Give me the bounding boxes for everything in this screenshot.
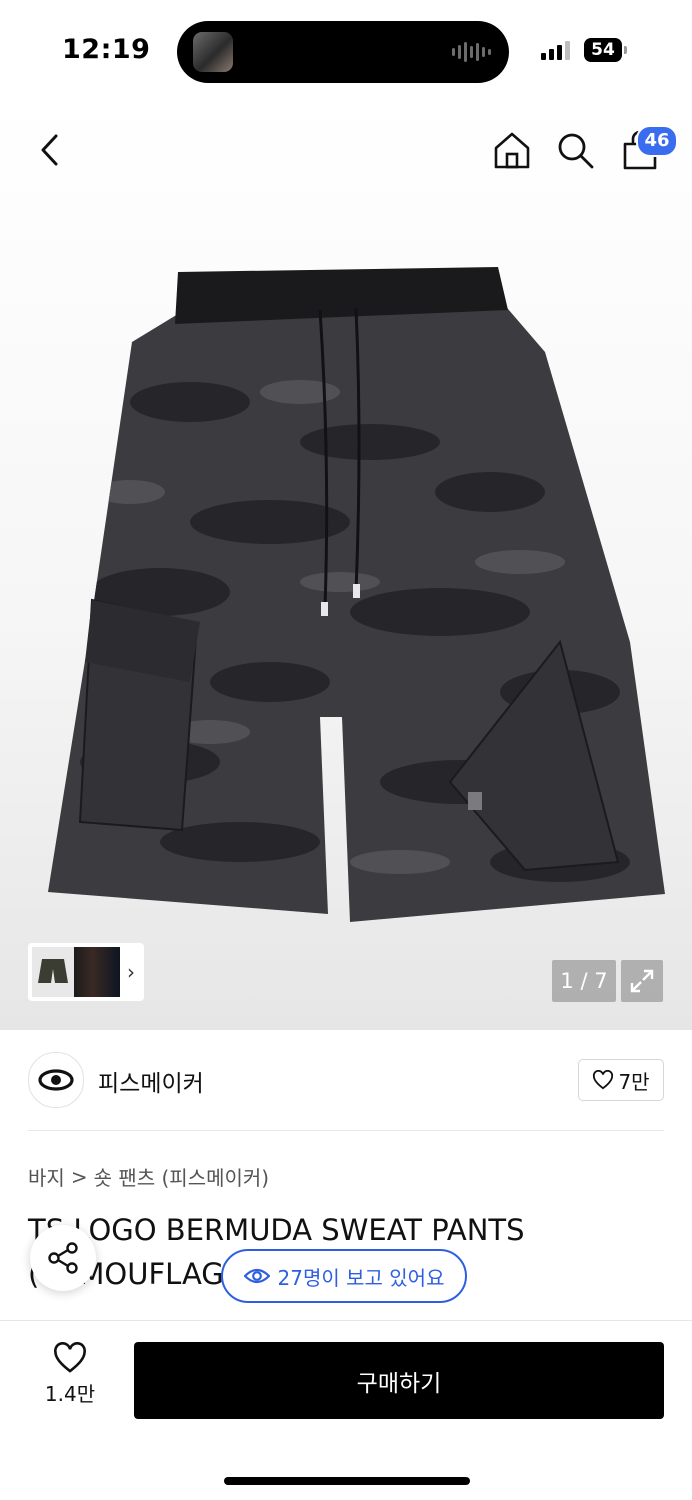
product-photo: [48, 267, 665, 922]
thumbnail-image[interactable]: [32, 947, 74, 997]
cart-count-badge: 46: [636, 125, 678, 157]
brand-like-count: 7만: [618, 1069, 650, 1094]
share-icon: [48, 1242, 78, 1274]
buy-button[interactable]: 구매하기: [134, 1342, 664, 1419]
viewers-badge: 27명이 보고 있어요: [221, 1249, 467, 1303]
heart-icon: [593, 1070, 614, 1090]
brand-logo-icon: [38, 1069, 74, 1091]
home-icon: [494, 132, 530, 169]
search-icon: [558, 133, 594, 169]
heart-icon: [54, 1342, 86, 1373]
wishlist-count: 1.4만: [44, 1382, 96, 1406]
breadcrumb-separator: >: [70, 1164, 88, 1189]
share-button[interactable]: [30, 1225, 96, 1291]
brand-name[interactable]: 피스메이커: [98, 1064, 204, 1098]
audio-waveform-icon: [452, 41, 491, 63]
divider: [28, 1130, 664, 1131]
brand-logo[interactable]: [28, 1052, 84, 1108]
thumbnail-image[interactable]: [74, 947, 120, 997]
brand-like-button[interactable]: 7만: [578, 1059, 664, 1101]
thumbnail-strip[interactable]: ›: [28, 943, 144, 1001]
dynamic-island[interactable]: [177, 21, 509, 83]
cellular-signal-icon: [541, 40, 570, 60]
thumbnail-shorts-graphic: [38, 959, 68, 983]
fullscreen-button[interactable]: [621, 960, 663, 1002]
breadcrumb-category[interactable]: 바지: [28, 1162, 65, 1191]
now-playing-artwork: [193, 32, 233, 72]
home-button[interactable]: [490, 128, 534, 172]
breadcrumb: 바지 > 숏 팬츠 (피스메이커): [28, 1162, 269, 1191]
status-time: 12:19: [62, 34, 151, 65]
eye-icon: [243, 1268, 270, 1284]
bottom-bar-divider: [0, 1320, 692, 1321]
search-button[interactable]: [553, 128, 597, 172]
battery-tip: [624, 46, 627, 54]
viewers-text: 27명이 보고 있어요: [277, 1265, 445, 1290]
home-indicator[interactable]: [224, 1477, 470, 1485]
image-counter: 1 / 7: [552, 960, 616, 1002]
chevron-right-icon[interactable]: ›: [120, 960, 142, 984]
back-button[interactable]: [28, 128, 72, 172]
expand-icon: [630, 969, 654, 993]
breadcrumb-subcategory[interactable]: 숏 팬츠 (피스메이커): [94, 1162, 270, 1191]
battery-indicator: 54: [584, 38, 622, 62]
chevron-left-icon: [41, 134, 58, 166]
wishlist-button[interactable]: 1.4만: [30, 1342, 110, 1418]
